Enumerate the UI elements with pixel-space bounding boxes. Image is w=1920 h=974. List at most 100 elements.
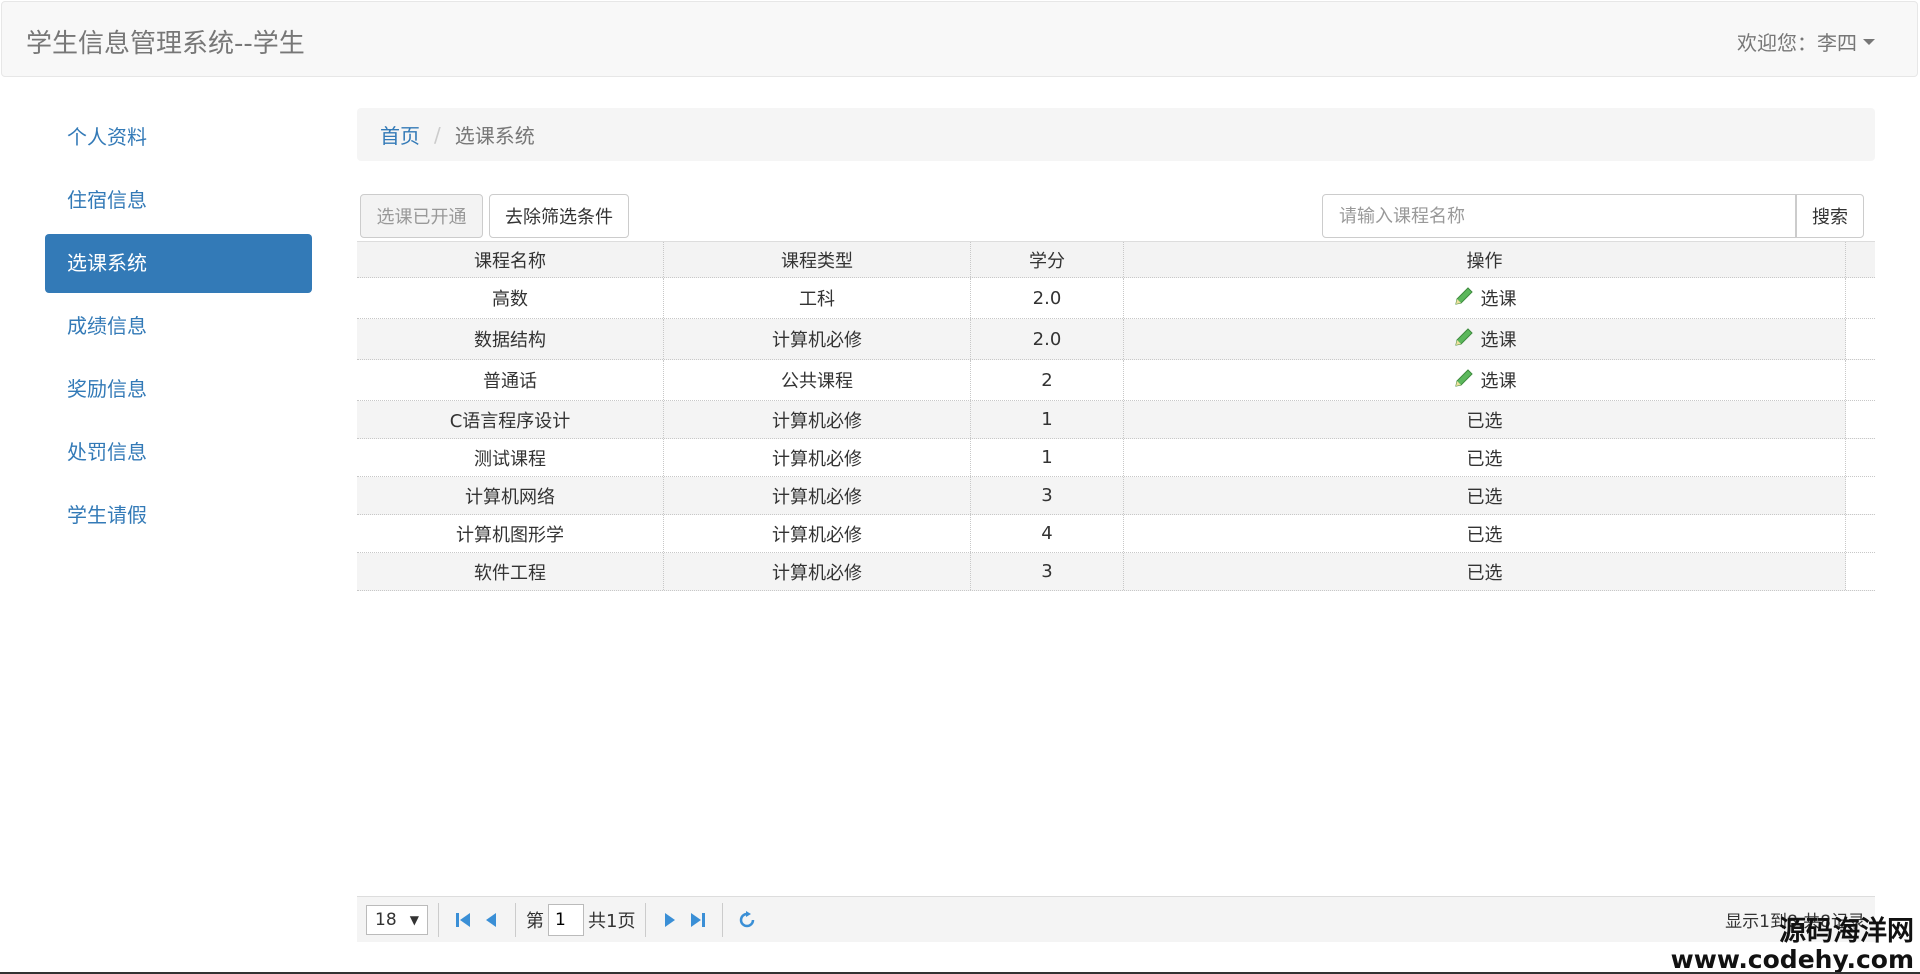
cell-filler [1846,439,1875,476]
cell-course-type: 工科 [664,278,971,318]
column-header-filler [1846,242,1875,277]
cell-course-name: 计算机图形学 [357,515,664,552]
cell-action: 选课 [1124,360,1846,400]
cell-filler [1846,477,1875,514]
selected-status: 已选 [1466,486,1503,508]
select-course-button[interactable]: 选课 [1453,326,1517,353]
search-button[interactable]: 搜索 [1796,194,1864,238]
sidebar-item-punishments[interactable]: 处罚信息 [45,423,312,482]
cell-course-name: 测试课程 [357,439,664,476]
user-menu[interactable]: 欢迎您：李四 [1737,27,1875,56]
cell-course-type: 计算机必修 [664,401,971,438]
cell-course-type: 公共课程 [664,360,971,400]
select-course-label: 选课 [1480,330,1517,351]
table-row[interactable]: 计算机网络 计算机必修 3 已选 [357,477,1875,515]
table-row[interactable]: 软件工程 计算机必修 3 已选 [357,553,1875,591]
course-open-button[interactable]: 选课已开通 [360,194,483,238]
pager-divider [438,902,439,937]
sidebar-item-leave[interactable]: 学生请假 [45,486,312,545]
column-header-credit[interactable]: 学分 [971,242,1124,277]
page-size-value: 18 [375,909,397,930]
selected-status: 已选 [1466,562,1503,584]
select-course-label: 选课 [1480,371,1517,392]
course-search-input[interactable] [1322,194,1796,238]
prev-page-icon [486,912,496,927]
select-course-button[interactable]: 选课 [1453,367,1517,394]
first-page-button[interactable] [449,905,477,935]
last-page-button[interactable] [684,905,712,935]
next-page-icon [665,912,676,927]
sidebar-item-course-selection[interactable]: 选课系统 [45,234,312,293]
column-header-action[interactable]: 操作 [1124,242,1846,277]
cell-course-type: 计算机必修 [664,515,971,552]
table-row[interactable]: 高数 工科 2.0 选课 [357,278,1875,319]
cell-course-type: 计算机必修 [664,477,971,514]
page-total: 共1页 [588,910,636,932]
pager-divider [722,902,724,937]
app-title[interactable]: 学生信息管理系统--学生 [26,23,305,60]
cell-credit: 1 [971,439,1124,476]
breadcrumb-home-link[interactable]: 首页 [380,120,420,149]
welcome-text: 欢迎您：李四 [1737,31,1857,55]
breadcrumb-separator: / [434,122,441,147]
watermark-cn: 源码海洋网 [1779,916,1914,947]
cell-action: 已选 [1124,477,1846,514]
page-prefix: 第 [526,910,544,932]
select-course-button[interactable]: 选课 [1453,285,1517,312]
cell-filler [1846,553,1875,590]
table-row[interactable]: 计算机图形学 计算机必修 4 已选 [357,515,1875,553]
course-table: 课程名称 课程类型 学分 操作 高数 工科 2.0 选课 数据结构 计算机必修 2.0 选课普… [357,241,1875,591]
cell-course-name: 数据结构 [357,319,664,359]
cell-filler [1846,319,1875,359]
cell-filler [1846,360,1875,400]
cell-credit: 2.0 [971,278,1124,318]
sidebar-item-profile[interactable]: 个人资料 [45,108,312,167]
table-header: 课程名称 课程类型 学分 操作 [357,241,1875,278]
caret-down-icon [1863,38,1875,45]
selected-status: 已选 [1466,410,1503,432]
sidebar-item-dormitory[interactable]: 住宿信息 [45,171,312,230]
column-header-course-type[interactable]: 课程类型 [664,242,971,277]
cell-course-name: C语言程序设计 [357,401,664,438]
cell-filler [1846,401,1875,438]
next-page-button[interactable] [656,905,684,935]
cell-credit: 2 [971,360,1124,400]
clear-filter-button[interactable]: 去除筛选条件 [489,194,629,238]
sidebar: 个人资料 住宿信息 选课系统 成绩信息 奖励信息 处罚信息 学生请假 [45,108,312,549]
cell-credit: 2.0 [971,319,1124,359]
refresh-button[interactable] [733,905,761,935]
cell-course-type: 计算机必修 [664,319,971,359]
dropdown-arrow-icon: ▼ [409,912,419,927]
table-body: 高数 工科 2.0 选课 数据结构 计算机必修 2.0 选课 普通话 公共课程 2 选课 C语言程序设计… [357,278,1875,591]
last-page-icon [691,912,706,927]
cell-action: 选课 [1124,278,1846,318]
cell-action: 已选 [1124,439,1846,476]
selected-status: 已选 [1466,448,1503,470]
table-row[interactable]: 数据结构 计算机必修 2.0 选课 [357,319,1875,360]
breadcrumb-current: 选课系统 [454,124,535,148]
cell-action: 已选 [1124,401,1846,438]
prev-page-button[interactable] [477,905,505,935]
top-navbar: 学生信息管理系统--学生 欢迎您：李四 [1,1,1918,77]
watermark: 源码海洋网 www.codehy.com [1671,918,1914,972]
sidebar-item-grades[interactable]: 成绩信息 [45,297,312,356]
pencil-icon [1453,285,1475,312]
selected-status: 已选 [1466,524,1503,546]
refresh-icon [740,910,755,927]
pencil-icon [1453,367,1475,394]
page-number-input[interactable] [548,903,584,936]
select-course-label: 选课 [1480,289,1517,310]
column-header-course-name[interactable]: 课程名称 [357,242,664,277]
page-size-select[interactable]: 18 ▼ [366,904,428,935]
table-row[interactable]: 普通话 公共课程 2 选课 [357,360,1875,401]
pagination-bar: 18 ▼ 第 共1页 显示1到8,共8记录 [357,896,1875,942]
sidebar-item-rewards[interactable]: 奖励信息 [45,360,312,419]
pager-divider [515,902,516,937]
cell-credit: 1 [971,401,1124,438]
table-row[interactable]: C语言程序设计 计算机必修 1 已选 [357,401,1875,439]
breadcrumb: 首页 / 选课系统 [357,108,1875,161]
cell-action: 已选 [1124,515,1846,552]
cell-course-name: 计算机网络 [357,477,664,514]
table-row[interactable]: 测试课程 计算机必修 1 已选 [357,439,1875,477]
first-page-icon [456,912,470,927]
